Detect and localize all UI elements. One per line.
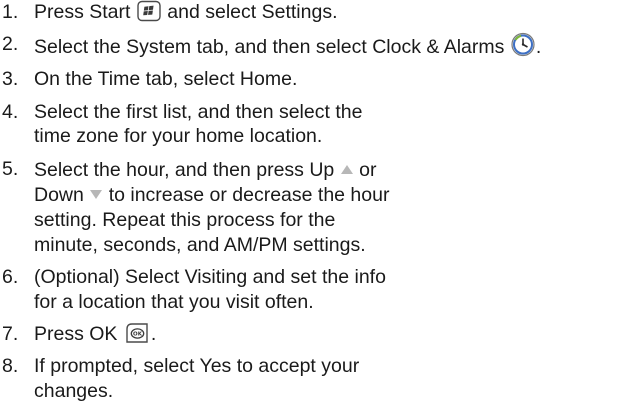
step-text: Select the System tab, and then select C… [34, 32, 635, 60]
step-line: Down to increase or decrease the hour [34, 182, 635, 208]
clock-alarms-icon [510, 32, 536, 57]
step-text: Press OK OK . [34, 322, 635, 347]
step-4: 4. Select the first list, and then selec… [0, 100, 635, 150]
step-text-segment: . [150, 323, 157, 346]
step-line: time zone for your home location. [34, 125, 323, 148]
step-number: 1. [2, 1, 19, 23]
step-line: Press OK OK . [34, 322, 635, 347]
step-text: (Optional) Select Visiting and set the i… [34, 265, 635, 315]
step-text-segment: to increase or decrease the hour [108, 184, 390, 207]
step-2: 2. Select the System tab, and then selec… [0, 32, 635, 60]
step-text: On the Time tab, select Home. [34, 67, 635, 92]
step-text-segment: Down [34, 184, 84, 207]
step-number: 2. [2, 33, 19, 56]
ok-button-icon: OK [123, 322, 151, 344]
step-text-segment: and select Settings. [167, 1, 338, 23]
step-7: 7. Press OK OK . [0, 322, 635, 347]
step-text-segment: . [535, 36, 542, 59]
step-1: 1. Press Start and select Settings. [0, 0, 635, 25]
down-arrow-icon [89, 182, 103, 207]
step-line: changes. [34, 380, 114, 403]
step-8: 8. If prompted, select Yes to accept you… [0, 354, 635, 404]
step-line: Select the hour, and then press Up or [34, 157, 635, 183]
step-5: 5. Select the hour, and then press Up or… [0, 157, 635, 258]
start-button-icon [136, 0, 162, 22]
step-number: 7. [2, 323, 19, 346]
step-text: Select the first list, and then select t… [34, 100, 635, 150]
step-number: 3. [2, 68, 19, 91]
step-text-segment: or [359, 158, 377, 181]
step-text: Press Start and select Settings. [34, 0, 635, 25]
step-text: Select the hour, and then press Up or Do… [34, 157, 635, 258]
step-number: 5. [2, 157, 19, 180]
step-text-segment: Press OK [34, 323, 118, 346]
step-line: Press Start and select Settings. [34, 0, 635, 25]
instruction-list: 1. Press Start and select Settings. 2. S… [0, 0, 635, 411]
step-line: for a location that you visit often. [34, 290, 314, 313]
step-6: 6. (Optional) Select Visiting and set th… [0, 265, 635, 315]
svg-text:OK: OK [133, 332, 143, 338]
step-text-segment: Select the hour, and then press Up [34, 158, 335, 181]
step-number: 8. [2, 355, 19, 378]
step-line: (Optional) Select Visiting and set the i… [34, 266, 386, 289]
up-arrow-icon [340, 157, 354, 182]
step-line: If prompted, select Yes to accept your [34, 355, 360, 378]
step-text: If prompted, select Yes to accept your c… [34, 354, 635, 404]
step-3: 3. On the Time tab, select Home. [0, 67, 635, 92]
step-number: 4. [2, 100, 19, 123]
step-line: On the Time tab, select Home. [34, 68, 298, 91]
step-line: Select the System tab, and then select C… [34, 32, 635, 60]
step-line: minute, seconds, and AM/PM settings. [34, 233, 366, 256]
step-line: Select the first list, and then select t… [34, 100, 363, 123]
step-line: setting. Repeat this process for the [34, 209, 336, 232]
step-text-segment: Press Start [34, 1, 131, 23]
step-text-segment: Select the System tab, and then select C… [34, 36, 505, 59]
step-number: 6. [2, 266, 19, 289]
